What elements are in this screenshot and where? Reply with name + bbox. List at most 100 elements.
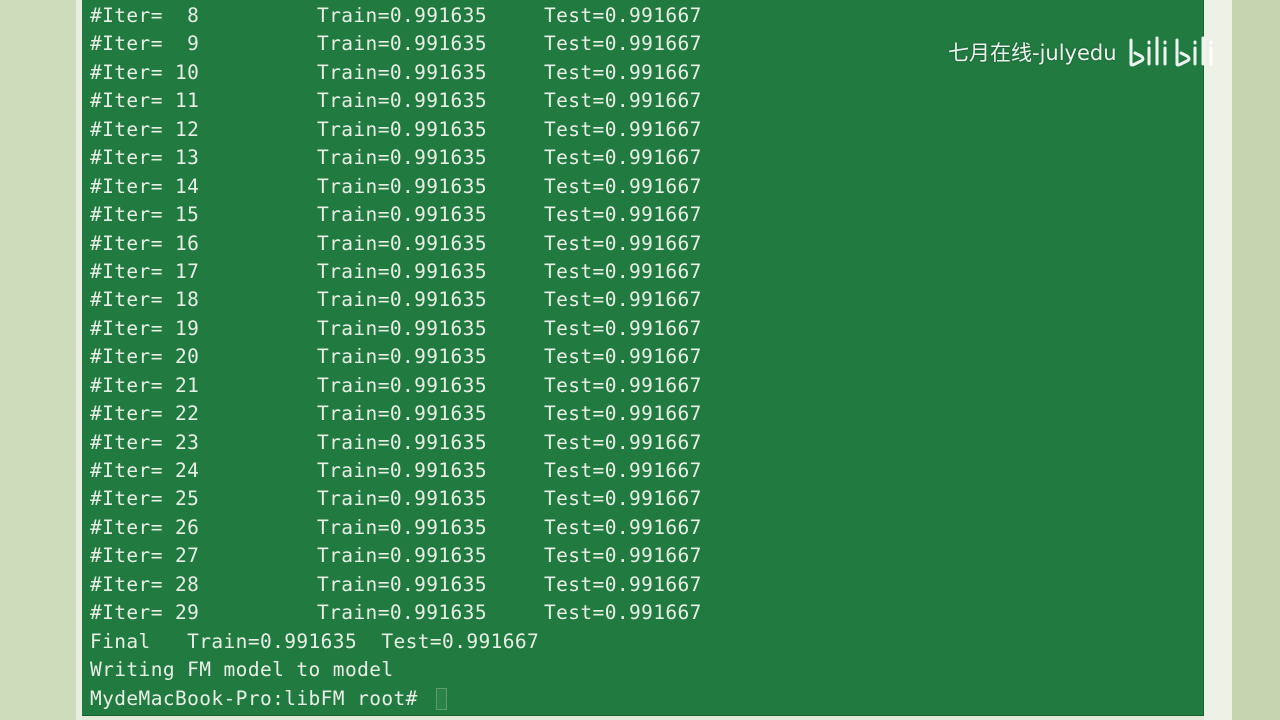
terminal-line-iter: #Iter= 24 Train=0.991635 Test=0.991667 — [90, 457, 1203, 485]
test-score: Test=0.991667 — [544, 515, 702, 539]
terminal-prompt-line[interactable]: MydeMacBook-Pro:libFM root# — [90, 685, 1203, 713]
train-score: Train=0.991635 — [317, 601, 487, 625]
test-score: Test=0.991667 — [544, 203, 702, 227]
terminal-line-iter: #Iter= 8 Train=0.991635 Test=0.991667 — [90, 2, 1203, 30]
test-score: Test=0.991667 — [544, 373, 702, 397]
iter-number: #Iter= 20 — [90, 345, 200, 369]
iter-number: #Iter= 21 — [90, 373, 200, 397]
terminal-line-iter: #Iter= 17 Train=0.991635 Test=0.991667 — [90, 258, 1203, 286]
test-score: Test=0.991667 — [544, 117, 702, 141]
terminal-line-iter: #Iter= 22 Train=0.991635 Test=0.991667 — [90, 400, 1203, 428]
left-margin — [0, 0, 76, 720]
test-score: Test=0.991667 — [544, 544, 702, 568]
train-score: Train=0.991635 — [317, 32, 487, 56]
iter-number: #Iter= 29 — [90, 601, 200, 625]
train-score: Train=0.991635 — [317, 373, 487, 397]
test-score: Test=0.991667 — [544, 601, 702, 625]
train-score: Train=0.991635 — [317, 89, 487, 113]
terminal-line-iter: #Iter= 14 Train=0.991635 Test=0.991667 — [90, 173, 1203, 201]
test-score: Test=0.991667 — [544, 32, 702, 56]
iter-number: #Iter= 17 — [90, 259, 200, 283]
iter-number: #Iter= 13 — [90, 146, 200, 170]
terminal-line-iter: #Iter= 28 Train=0.991635 Test=0.991667 — [90, 571, 1203, 599]
iter-number: #Iter= 12 — [90, 117, 200, 141]
test-score: Test=0.991667 — [544, 288, 702, 312]
test-score: Test=0.991667 — [544, 345, 702, 369]
train-score: Train=0.991635 — [317, 572, 487, 596]
train-score: Train=0.991635 — [317, 515, 487, 539]
test-score: Test=0.991667 — [544, 402, 702, 426]
train-score: Train=0.991635 — [317, 316, 487, 340]
terminal-line-final: Final Train=0.991635 Test=0.991667 — [90, 629, 540, 653]
watermark-text: 七月在线-julyedu — [948, 41, 1117, 65]
iter-number: #Iter= 22 — [90, 402, 200, 426]
train-score: Train=0.991635 — [317, 4, 487, 27]
test-score: Test=0.991667 — [544, 572, 702, 596]
terminal-line-iter: #Iter= 27 Train=0.991635 Test=0.991667 — [90, 542, 1203, 570]
test-score: Test=0.991667 — [544, 231, 702, 255]
iter-number: #Iter= 27 — [90, 544, 200, 568]
iter-number: #Iter= 25 — [90, 487, 200, 511]
train-score: Train=0.991635 — [317, 231, 487, 255]
test-score: Test=0.991667 — [544, 487, 702, 511]
train-score: Train=0.991635 — [317, 174, 487, 198]
test-score: Test=0.991667 — [544, 459, 702, 482]
shell-prompt: MydeMacBook-Pro:libFM root# — [90, 686, 430, 710]
window-bottom-border — [82, 716, 1204, 720]
iter-number: #Iter= 14 — [90, 174, 200, 198]
iter-number: #Iter= 28 — [90, 572, 200, 596]
terminal-line-iter: #Iter= 23 Train=0.991635 Test=0.991667 — [90, 429, 1203, 457]
right-margin — [1232, 0, 1280, 720]
iter-number: #Iter= 9 — [90, 32, 200, 56]
iter-number: #Iter= 10 — [90, 60, 200, 84]
text-cursor[interactable] — [435, 688, 447, 710]
window-right-border — [1204, 0, 1232, 720]
train-score: Train=0.991635 — [317, 345, 487, 369]
terminal-line-iter: #Iter= 25 Train=0.991635 Test=0.991667 — [90, 485, 1203, 513]
train-score: Train=0.991635 — [317, 430, 487, 454]
train-score: Train=0.991635 — [317, 288, 487, 312]
train-score: Train=0.991635 — [317, 203, 487, 227]
terminal-line-iter: #Iter= 11 Train=0.991635 Test=0.991667 — [90, 87, 1203, 115]
terminal-line-iter: #Iter= 18 Train=0.991635 Test=0.991667 — [90, 286, 1203, 314]
test-score: Test=0.991667 — [544, 89, 702, 113]
terminal-line-iter: #Iter= 19 Train=0.991635 Test=0.991667 — [90, 315, 1203, 343]
terminal-line-iter: #Iter= 12 Train=0.991635 Test=0.991667 — [90, 116, 1203, 144]
terminal-line-iter: #Iter= 16 Train=0.991635 Test=0.991667 — [90, 230, 1203, 258]
terminal-line-iter: #Iter= 15 Train=0.991635 Test=0.991667 — [90, 201, 1203, 229]
video-watermark: 七月在线-julyedu — [948, 32, 1219, 72]
test-score: Test=0.991667 — [544, 4, 702, 27]
train-score: Train=0.991635 — [317, 259, 487, 283]
terminal-line-iter: #Iter= 13 Train=0.991635 Test=0.991667 — [90, 144, 1203, 172]
iter-number: #Iter= 8 — [90, 4, 200, 27]
test-score: Test=0.991667 — [544, 316, 702, 340]
iter-number: #Iter= 23 — [90, 430, 200, 454]
test-score: Test=0.991667 — [544, 430, 702, 454]
terminal-window[interactable]: #Iter= 8 Train=0.991635 Test=0.991667 #Iter… — [82, 0, 1204, 716]
iter-number: #Iter= 18 — [90, 288, 200, 312]
terminal-line-iter: #Iter= 26 Train=0.991635 Test=0.991667 — [90, 514, 1203, 542]
train-score: Train=0.991635 — [317, 146, 487, 170]
train-score: Train=0.991635 — [317, 459, 487, 482]
bilibili-logo-icon — [1129, 36, 1213, 67]
test-score: Test=0.991667 — [544, 146, 702, 170]
train-score: Train=0.991635 — [317, 117, 487, 141]
screen: #Iter= 8 Train=0.991635 Test=0.991667 #Iter… — [0, 0, 1280, 720]
iter-number: #Iter= 11 — [90, 89, 200, 113]
iter-number: #Iter= 16 — [90, 231, 200, 255]
iter-number: #Iter= 26 — [90, 515, 200, 539]
test-score: Test=0.991667 — [544, 174, 702, 198]
terminal-line-writing: Writing FM model to model — [90, 658, 394, 682]
train-score: Train=0.991635 — [317, 544, 487, 568]
terminal-line-iter: #Iter= 21 Train=0.991635 Test=0.991667 — [90, 372, 1203, 400]
terminal-line-iter: #Iter= 29 Train=0.991635 Test=0.991667 — [90, 599, 1203, 627]
terminal-line-iter: #Iter= 20 Train=0.991635 Test=0.991667 — [90, 343, 1203, 371]
test-score: Test=0.991667 — [544, 60, 702, 84]
iter-number: #Iter= 15 — [90, 203, 200, 227]
test-score: Test=0.991667 — [544, 259, 702, 283]
train-score: Train=0.991635 — [317, 487, 487, 511]
train-score: Train=0.991635 — [317, 60, 487, 84]
iter-number: #Iter= 24 — [90, 459, 200, 482]
train-score: Train=0.991635 — [317, 402, 487, 426]
iter-number: #Iter= 19 — [90, 316, 200, 340]
